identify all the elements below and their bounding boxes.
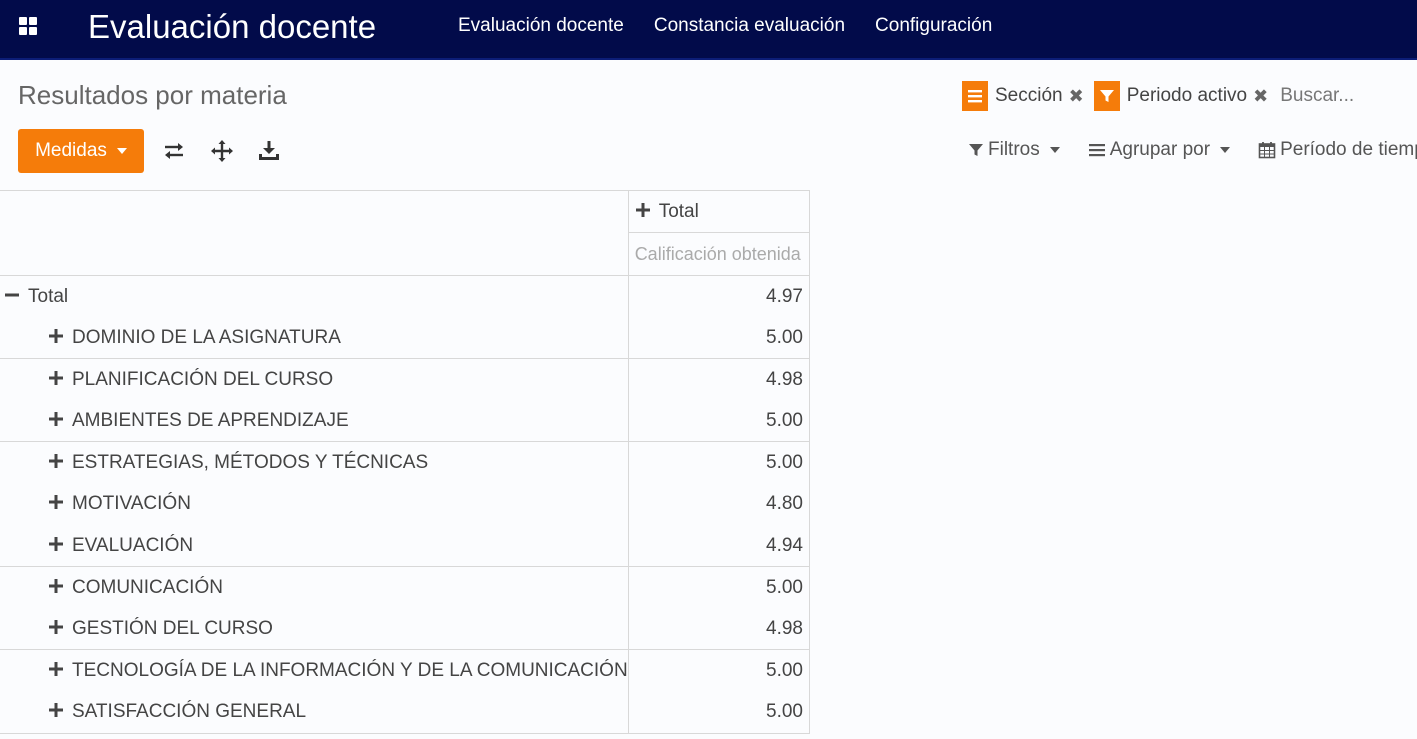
- group-by-label: Agrupar por: [1109, 139, 1211, 160]
- cell-value[interactable]: 5.00: [628, 400, 811, 442]
- list-icon: [962, 81, 988, 111]
- download-icon[interactable]: [257, 139, 281, 163]
- filters-label: Filtros: [988, 139, 1040, 160]
- filter-icon: [1093, 81, 1120, 111]
- group-by-dropdown[interactable]: Agrupar por: [1088, 139, 1231, 161]
- pivot-row: EVALUACIÓN 4.94: [0, 525, 811, 567]
- app-title: Evaluación docente: [88, 8, 377, 45]
- bars-icon: [1088, 144, 1105, 157]
- row-header-total[interactable]: Total: [0, 275, 629, 318]
- cell-value[interactable]: 5.00: [628, 317, 811, 359]
- plus-icon: [635, 202, 650, 217]
- menu-item-evaluacion-docente[interactable]: Evaluación docente: [458, 15, 624, 37]
- pivot-row: DOMINIO DE LA ASIGNATURA 5.00: [0, 317, 811, 359]
- row-header[interactable]: GESTIÓN DEL CURSO: [0, 608, 629, 650]
- row-label: DOMINIO DE LA ASIGNATURA: [72, 326, 341, 348]
- top-navbar: Evaluación docente Evaluación docente Co…: [0, 0, 1417, 60]
- pivot-row: TECNOLOGÍA DE LA INFORMACIÓN Y DE LA COM…: [0, 649, 811, 692]
- filter-icon: [969, 144, 983, 156]
- row-label: ESTRATEGIAS, MÉTODOS Y TÉCNICAS: [72, 451, 429, 473]
- caret-down-icon: [1049, 147, 1060, 153]
- pivot-row: PLANIFICACIÓN DEL CURSO 4.98: [0, 358, 811, 401]
- plus-icon: [49, 328, 63, 343]
- main-menu: Evaluación docente Constancia evaluación…: [458, 15, 992, 37]
- plus-icon: [49, 411, 63, 426]
- pivot-row: COMUNICACIÓN 5.00: [0, 566, 811, 609]
- search-facets: Sección ✖ Periodo activo ✖: [962, 81, 1409, 111]
- plus-icon: [49, 495, 63, 510]
- pivot-col-header-total[interactable]: Total: [627, 190, 811, 233]
- pivot-row: ESTRATEGIAS, MÉTODOS Y TÉCNICAS 5.00: [0, 441, 811, 484]
- cell-value[interactable]: 5.00: [628, 566, 811, 609]
- plus-icon: [49, 578, 63, 593]
- row-header[interactable]: SATISFACCIÓN GENERAL: [0, 691, 629, 734]
- cell-value[interactable]: 4.98: [628, 358, 811, 401]
- plus-icon: [49, 370, 63, 385]
- pivot-row: MOTIVACIÓN 4.80: [0, 483, 811, 526]
- caret-down-icon: [116, 148, 127, 154]
- row-label: AMBIENTES DE APRENDIZAJE: [72, 409, 349, 431]
- remove-facet-icon[interactable]: ✖: [1069, 86, 1084, 107]
- row-label: PLANIFICACIÓN DEL CURSO: [72, 368, 334, 390]
- row-header[interactable]: ESTRATEGIAS, MÉTODOS Y TÉCNICAS: [0, 441, 629, 484]
- remove-facet-icon[interactable]: ✖: [1253, 86, 1268, 107]
- search-input[interactable]: [1280, 81, 1409, 111]
- cell-value[interactable]: 4.94: [628, 525, 811, 567]
- row-label: TECNOLOGÍA DE LA INFORMACIÓN Y DE LA COM…: [72, 659, 628, 681]
- minus-icon: [5, 293, 19, 297]
- measures-button-label: Medidas: [35, 140, 107, 161]
- plus-icon: [49, 661, 63, 676]
- menu-item-configuracion[interactable]: Configuración: [875, 15, 992, 37]
- search-options: Filtros Agrupar por Período de tiempo: [968, 139, 1417, 161]
- cell-value[interactable]: 5.00: [628, 441, 811, 484]
- row-label: EVALUACIÓN: [72, 534, 194, 556]
- plus-icon: [49, 536, 63, 551]
- row-header[interactable]: COMUNICACIÓN: [0, 566, 629, 609]
- caret-down-icon: [1220, 147, 1231, 153]
- measures-button[interactable]: Medidas: [18, 129, 144, 173]
- row-label: Total: [28, 285, 69, 307]
- row-header[interactable]: DOMINIO DE LA ASIGNATURA: [0, 317, 629, 359]
- plus-icon: [49, 453, 63, 468]
- expand-all-icon[interactable]: [210, 139, 234, 163]
- row-header[interactable]: MOTIVACIÓN: [0, 483, 629, 526]
- flip-axis-icon[interactable]: [162, 139, 186, 163]
- measure-header[interactable]: Calificación obtenida: [627, 232, 811, 276]
- time-period-label: Período de tiempo: [1280, 139, 1417, 160]
- pivot-row-total: Total 4.97: [0, 275, 811, 318]
- row-header[interactable]: TECNOLOGÍA DE LA INFORMACIÓN Y DE LA COM…: [0, 649, 629, 692]
- row-label: GESTIÓN DEL CURSO: [72, 617, 273, 639]
- filters-dropdown[interactable]: Filtros: [968, 139, 1060, 161]
- row-header[interactable]: PLANIFICACIÓN DEL CURSO: [0, 358, 629, 401]
- calendar-icon: [1258, 142, 1276, 159]
- pivot-row: AMBIENTES DE APRENDIZAJE 5.00: [0, 400, 811, 442]
- cell-value[interactable]: 4.97: [628, 275, 811, 318]
- row-label: COMUNICACIÓN: [72, 576, 223, 598]
- plus-icon: [49, 619, 63, 634]
- pivot-corner: [0, 190, 629, 276]
- row-header[interactable]: EVALUACIÓN: [0, 525, 629, 567]
- page-title: Resultados por materia: [18, 80, 287, 110]
- apps-menu-icon[interactable]: [19, 17, 39, 37]
- pivot-table: Total Calificación obtenida Total 4.97 D…: [0, 190, 811, 734]
- row-label: MOTIVACIÓN: [72, 493, 191, 515]
- row-header[interactable]: AMBIENTES DE APRENDIZAJE: [0, 400, 629, 442]
- cell-value[interactable]: 4.98: [628, 608, 811, 650]
- pivot-row: SATISFACCIÓN GENERAL 5.00: [0, 691, 811, 734]
- cell-value[interactable]: 4.80: [628, 483, 811, 526]
- facet-seccion: Sección ✖: [962, 81, 1084, 111]
- time-period-dropdown[interactable]: Período de tiempo: [1258, 139, 1417, 161]
- plus-icon: [49, 702, 63, 717]
- menu-item-constancia-evaluacion[interactable]: Constancia evaluación: [654, 15, 845, 37]
- facet-label: Sección: [995, 85, 1063, 106]
- row-label: SATISFACCIÓN GENERAL: [72, 700, 307, 722]
- facet-periodo-activo: Periodo activo ✖: [1093, 81, 1268, 111]
- cell-value[interactable]: 5.00: [628, 649, 811, 692]
- pivot-row: GESTIÓN DEL CURSO 4.98: [0, 608, 811, 650]
- facet-label: Periodo activo: [1126, 85, 1248, 106]
- col-header-label: Total: [658, 200, 699, 222]
- cell-value[interactable]: 5.00: [628, 691, 811, 734]
